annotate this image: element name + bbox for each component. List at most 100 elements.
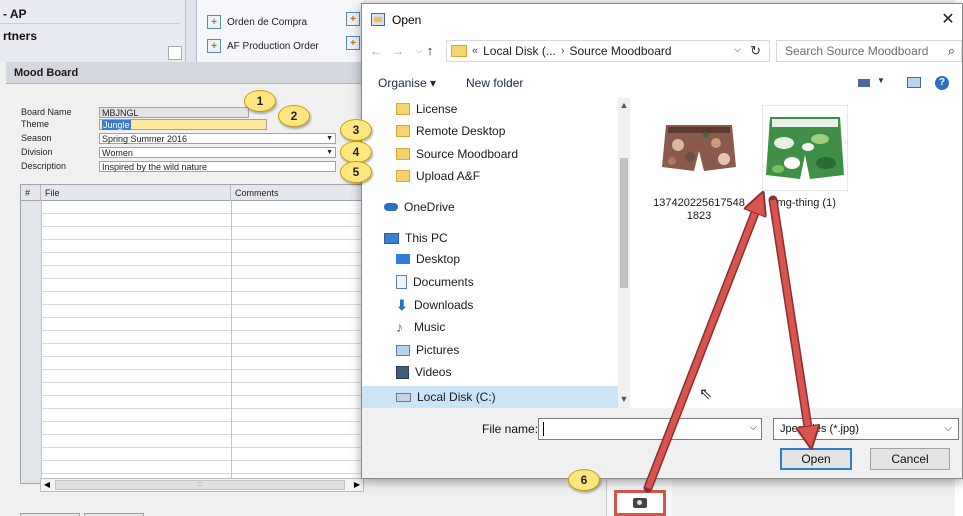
description-field[interactable]: Inspired by the wild nature (99, 161, 336, 172)
nav-item-pictures[interactable]: Pictures (396, 339, 459, 361)
pc-icon (384, 232, 399, 244)
nav-item-upload-af[interactable]: Upload A&F (396, 165, 480, 187)
file-thumbnail-shorts-jungle[interactable] (762, 105, 848, 191)
nav-item-remote-desktop[interactable]: Remote Desktop (396, 120, 505, 142)
forward-arrow-icon[interactable]: → (390, 43, 406, 59)
nav-item-desktop[interactable]: Desktop (396, 248, 460, 270)
file-name-label[interactable]: img-thing (1) (750, 197, 860, 210)
back-arrow-icon[interactable]: ← (368, 43, 384, 59)
folder-icon (396, 148, 410, 160)
column-header-number[interactable]: # (21, 185, 41, 201)
nav-item-license[interactable]: License (396, 98, 457, 120)
breadcrumb-source-moodboard[interactable]: Source Moodboard (569, 44, 671, 58)
nav-item-music[interactable]: ♪ Music (396, 316, 445, 338)
column-divider (231, 201, 232, 483)
scroll-right-icon[interactable]: ▶ (351, 479, 363, 491)
chevron-down-icon[interactable]: ⌵ (944, 419, 952, 439)
browse-attachment-button[interactable] (614, 490, 666, 516)
callout-marker: 4 (340, 141, 372, 163)
file-name-input[interactable]: ⌵ (538, 418, 762, 440)
new-folder-button[interactable]: New folder (466, 76, 523, 90)
scroll-up-icon[interactable]: ▲ (618, 100, 630, 110)
division-label: Division (21, 147, 53, 157)
division-select[interactable]: Women ▼ (99, 147, 336, 158)
file-thumbnail-shorts-floral[interactable] (656, 105, 742, 191)
address-overflow[interactable]: « (472, 45, 478, 57)
music-icon: ♪ (396, 319, 403, 335)
form-plus-icon[interactable]: + (346, 12, 360, 26)
theme-value: Jungle (102, 120, 131, 130)
scroll-down-icon[interactable]: ▼ (618, 394, 630, 404)
callout-marker: 3 (340, 119, 372, 141)
grid-rows[interactable] (21, 201, 361, 483)
desktop-icon (396, 254, 410, 264)
board-name-field[interactable]: MBJNGL (99, 107, 249, 118)
column-header-file[interactable]: File (41, 185, 231, 201)
module-ap[interactable]: - AP (0, 4, 180, 24)
nav-item-label: Documents (413, 275, 474, 289)
nav-item-local-disk[interactable]: Local Disk (C:) (396, 386, 496, 408)
help-icon[interactable]: ? (935, 76, 949, 90)
file-name-line: img-thing (1) (774, 197, 836, 209)
nav-item-videos[interactable]: Videos (396, 361, 451, 383)
nav-item-downloads[interactable]: ⬇ Downloads (396, 294, 473, 316)
modules-scroll-button[interactable] (168, 46, 182, 60)
search-icon[interactable]: ⌕ (948, 41, 955, 61)
attachments-grid[interactable]: # File Comments (20, 184, 362, 484)
file-type-select[interactable]: Jpeg files (*.jpg) ⌵ (773, 418, 959, 440)
dialog-titlebar[interactable]: Open ✕ (362, 4, 962, 36)
folder-icon (396, 125, 410, 137)
menu-item-label: Orden de Compra (227, 16, 308, 28)
preview-pane-icon[interactable] (907, 77, 921, 88)
dialog-title: Open (392, 13, 422, 27)
nav-item-documents[interactable]: Documents (396, 271, 474, 293)
file-name-line: 137420225617548 (653, 197, 745, 209)
nav-item-source-moodboard[interactable]: Source Moodboard (396, 143, 518, 165)
address-row: ← → ⌵ ↑ « Local Disk (... › Source Moodb… (362, 36, 962, 66)
chevron-down-icon[interactable]: ▼ (877, 76, 885, 85)
horizontal-scrollbar[interactable]: ◀ ::: ▶ (40, 478, 364, 492)
nav-item-label: Videos (415, 365, 452, 379)
breadcrumb-separator[interactable]: › (561, 45, 565, 57)
folder-icon (396, 103, 410, 115)
cancel-button[interactable]: Cancel (870, 448, 950, 470)
scroll-thumb[interactable] (620, 158, 628, 288)
description-label: Description (21, 161, 67, 171)
file-name-field-label: File name: (482, 422, 539, 436)
nav-item-this-pc[interactable]: This PC (384, 227, 448, 249)
refresh-icon[interactable]: ↻ (750, 43, 761, 59)
dialog-footer: File name: ⌵ Jpeg files (*.jpg) ⌵ Open C… (362, 408, 962, 478)
view-options-icon[interactable] (858, 79, 870, 87)
address-bar[interactable]: « Local Disk (... › Source Moodboard ⌵ ↻ (446, 40, 770, 62)
board-name-label: Board Name (21, 107, 72, 117)
nav-item-label: Remote Desktop (416, 124, 506, 138)
chevron-down-icon[interactable]: ⌵ (734, 44, 741, 55)
dropdown-arrow-icon[interactable]: ▼ (326, 134, 333, 144)
dialog-toolbar: Organise ▾ New folder ▼ ? (362, 68, 962, 98)
scroll-thumb[interactable]: ::: (55, 480, 345, 490)
form-plus-icon[interactable]: + (346, 36, 360, 50)
up-arrow-icon[interactable]: ↑ (422, 43, 438, 59)
form-plus-icon: + (207, 39, 221, 53)
season-select[interactable]: Spring Summer 2016 ▼ (99, 133, 336, 144)
downloads-icon: ⬇ (396, 297, 408, 313)
scroll-left-icon[interactable]: ◀ (41, 479, 53, 491)
menu-item-af-production-order[interactable]: + AF Production Order (207, 36, 319, 56)
module-business-partners[interactable]: rtners (0, 26, 180, 46)
breadcrumb-local-disk[interactable]: Local Disk (... (483, 44, 556, 58)
organise-menu[interactable]: Organise ▾ (378, 76, 436, 90)
file-name-line: 1823 (686, 210, 712, 222)
dropdown-arrow-icon[interactable]: ▼ (326, 148, 333, 158)
theme-field[interactable]: Jungle (99, 119, 267, 130)
column-header-comments[interactable]: Comments (231, 185, 361, 201)
navigation-scrollbar[interactable]: ▲ ▼ (618, 98, 630, 408)
menu-item-orden-de-compra[interactable]: + Orden de Compra (207, 12, 307, 32)
text-caret (543, 422, 544, 436)
search-input[interactable]: Search Source Moodboard ⌕ (776, 40, 962, 62)
chevron-down-icon[interactable]: ⌵ (749, 422, 757, 433)
close-icon[interactable]: ✕ (934, 9, 962, 31)
file-name-label[interactable]: 137420225617548 1823 (644, 197, 754, 223)
open-button[interactable]: Open (780, 448, 852, 470)
nav-item-onedrive[interactable]: OneDrive (384, 196, 455, 218)
form-title: Mood Board (6, 62, 364, 84)
